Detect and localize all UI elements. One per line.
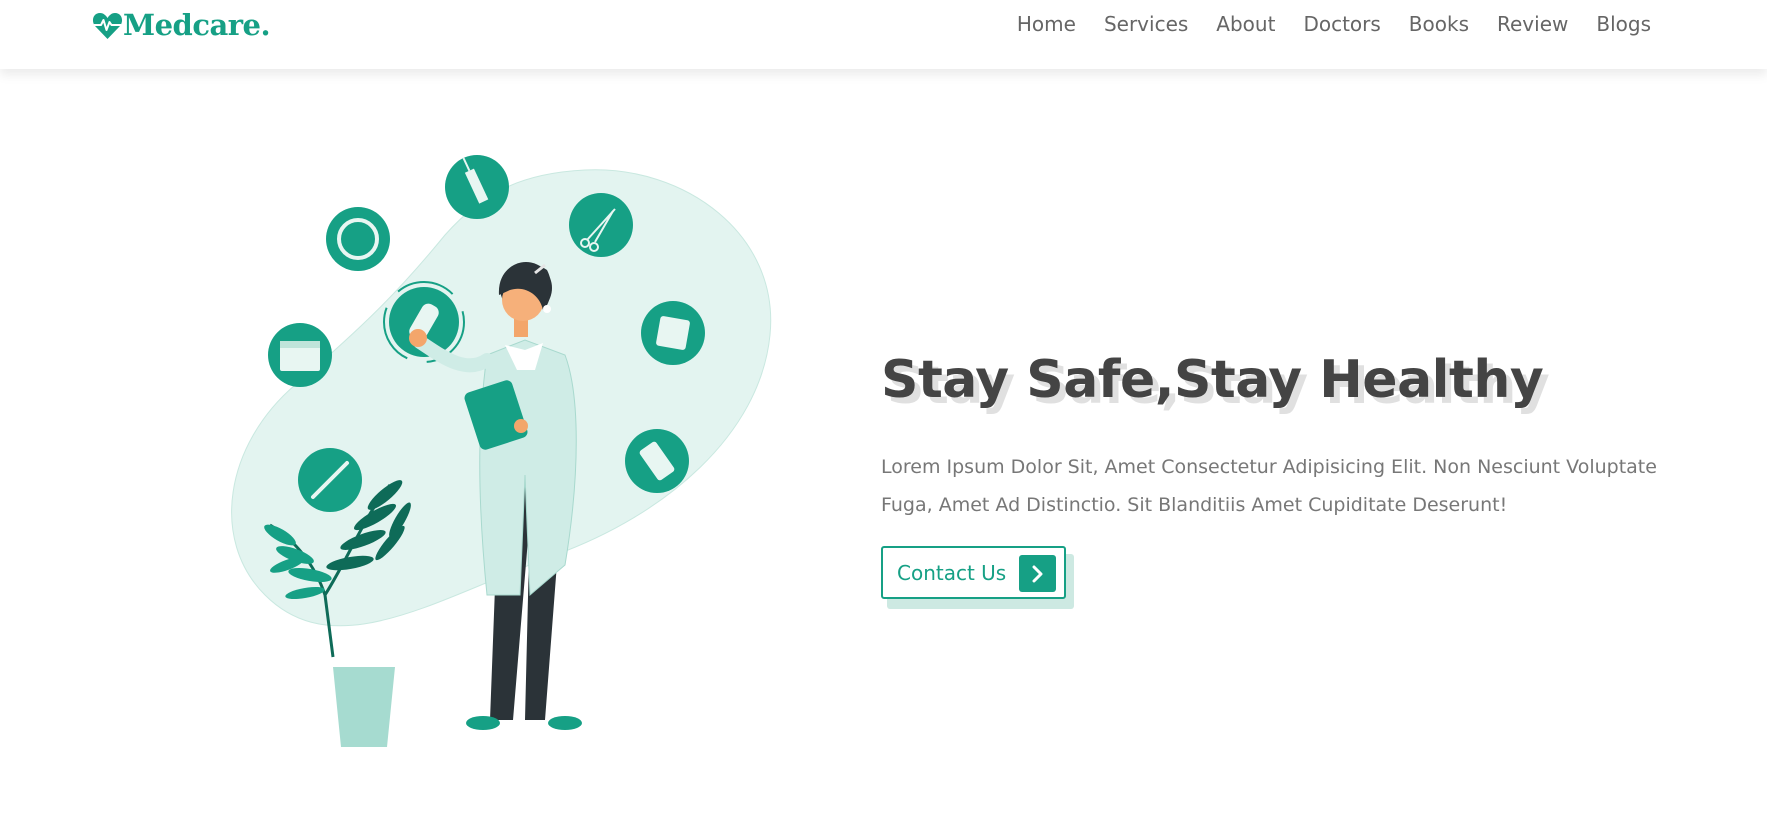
hero-description: Lorem Ipsum Dolor Sit, Amet Consectetur …: [881, 456, 1657, 516]
main-nav: Home Services About Doctors Books Review…: [1017, 12, 1651, 36]
nav-blogs[interactable]: Blogs: [1596, 12, 1651, 36]
pill-pack-icon: [641, 301, 705, 365]
calendar-icon: [268, 323, 332, 387]
pill-strip-icon: [625, 429, 689, 493]
chevron-right-icon: [1019, 555, 1056, 592]
nav-doctors[interactable]: Doctors: [1303, 12, 1380, 36]
contact-button-wrapper: Contact Us: [881, 546, 1074, 609]
nav-home[interactable]: Home: [1017, 12, 1076, 36]
contact-us-button[interactable]: Contact Us: [881, 546, 1066, 599]
site-header: Medcare. Home Services About Doctors Boo…: [0, 0, 1767, 69]
heart-pulse-icon: [92, 12, 123, 39]
hero-title: Stay Safe,Stay Healthy: [881, 350, 1544, 410]
nav-review[interactable]: Review: [1497, 12, 1568, 36]
hero-illustration: [225, 145, 785, 755]
brand-name: Medcare.: [123, 8, 271, 42]
thermometer-icon: [298, 448, 362, 512]
contact-us-label: Contact Us: [897, 560, 1007, 585]
stethoscope-ring-icon: [326, 207, 390, 271]
brand-logo[interactable]: Medcare.: [92, 8, 271, 42]
nav-about[interactable]: About: [1216, 12, 1275, 36]
hero-section: Stay Safe,Stay Healthy Lorem Ipsum Dolor…: [881, 350, 1681, 609]
nav-books[interactable]: Books: [1409, 12, 1469, 36]
nav-services[interactable]: Services: [1104, 12, 1188, 36]
scissors-icon: [569, 193, 633, 257]
syringe-icon: [445, 155, 509, 219]
